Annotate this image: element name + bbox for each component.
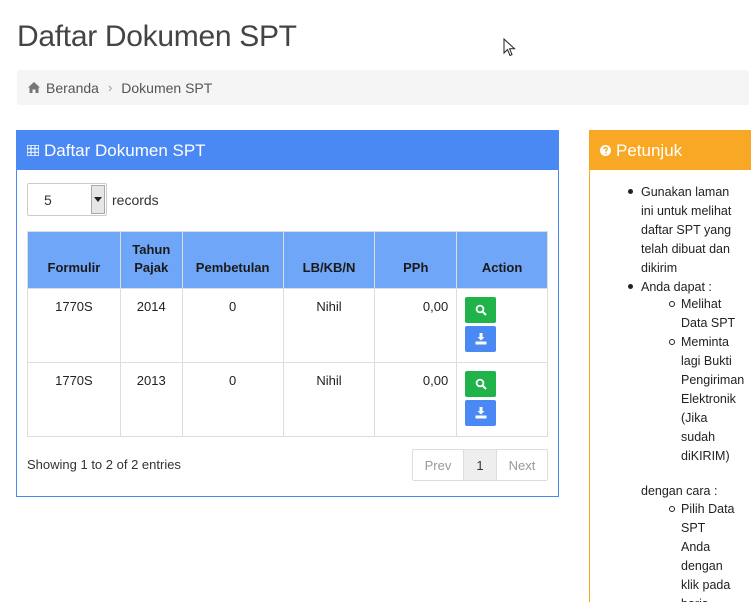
records-select[interactable]: 5 — [27, 183, 107, 216]
instruction-line: lagi Bukti — [681, 354, 732, 368]
cell-pembetulan: 0 — [181, 288, 284, 363]
records-select-value: 5 — [44, 191, 52, 208]
cell-formulir: 1770S — [27, 362, 121, 437]
pagination-prev[interactable]: Prev — [413, 450, 464, 480]
instruction-line: diKIRIM) — [681, 449, 730, 463]
bullet-icon — [669, 301, 675, 307]
pagination-page-1[interactable]: 1 — [464, 450, 497, 480]
instruction-line: dikirim — [641, 261, 678, 275]
instruction-line: ini untuk melihat — [641, 204, 732, 218]
instructions-title: Petunjuk — [616, 140, 683, 160]
records-label: records — [112, 191, 159, 208]
bullet-icon — [669, 506, 675, 512]
records-per-page: 5 records — [27, 183, 159, 216]
table-row[interactable]: 1770S 2013 0 Nihil 0,00 — [27, 362, 548, 437]
cell-action — [456, 362, 548, 437]
spt-list-panel: Daftar Dokumen SPT 5 records Formulir Ta… — [16, 130, 559, 497]
instructions-panel: Petunjuk Gunakan laman ini untuk melihat… — [589, 130, 751, 602]
instruction-line: baris — [681, 595, 708, 602]
instruction-line: Gunakan laman — [641, 185, 730, 199]
entries-info: Showing 1 to 2 of 2 entries — [27, 457, 181, 472]
bullet-icon — [669, 339, 675, 345]
instruction-line: SPT — [681, 521, 706, 535]
table-row[interactable]: 1770S 2014 0 Nihil 0,00 — [27, 288, 548, 363]
page-title: Daftar Dokumen SPT — [17, 20, 297, 53]
table-grid-icon — [27, 145, 39, 156]
column-header-tahun-pajak[interactable]: Tahun Pajak — [119, 231, 183, 289]
instruction-line: Meminta — [681, 335, 729, 349]
instruction-line: Pengiriman — [681, 373, 745, 387]
breadcrumb-separator-icon: › — [107, 80, 113, 95]
breadcrumb-current: Dokumen SPT — [121, 79, 213, 96]
cell-status: Nihil — [282, 288, 376, 363]
spt-panel-heading: Daftar Dokumen SPT — [17, 131, 558, 170]
column-header-formulir[interactable]: Formulir — [27, 231, 121, 289]
column-header-status[interactable]: LB/KB/N — [282, 231, 376, 289]
spt-panel-title: Daftar Dokumen SPT — [44, 140, 206, 160]
cell-tahun: 2013 — [119, 362, 183, 437]
instruction-line: klik pada — [681, 578, 731, 592]
view-spt-button[interactable] — [465, 297, 497, 323]
column-header-pph[interactable]: PPh — [374, 231, 458, 289]
instruction-line: sudah — [681, 430, 716, 444]
instruction-line: Data SPT — [681, 316, 736, 330]
instruction-line: dengan cara : — [641, 484, 718, 498]
chevron-down-icon[interactable] — [91, 185, 105, 214]
question-icon — [600, 145, 611, 156]
breadcrumb: Beranda › Dokumen SPT — [17, 70, 749, 105]
view-spt-button[interactable] — [465, 371, 497, 397]
column-header-tahun-line1: Tahun — [132, 242, 171, 257]
cell-pph: 0,00 — [374, 362, 458, 437]
search-icon — [475, 378, 487, 390]
column-header-action: Action — [456, 231, 548, 289]
mouse-cursor-icon — [503, 38, 516, 57]
instruction-line: telah dibuat dan — [641, 242, 730, 256]
cell-pembetulan: 0 — [181, 362, 284, 437]
pagination-next[interactable]: Next — [497, 450, 547, 480]
cell-action — [456, 288, 548, 363]
instruction-line: (Jika — [681, 411, 708, 425]
spt-table: Formulir Tahun Pajak Pembetulan LB/KB/N P… — [27, 231, 548, 437]
download-spt-button[interactable] — [465, 326, 497, 352]
column-header-pembetulan[interactable]: Pembetulan — [181, 231, 284, 289]
bullet-icon — [628, 189, 633, 194]
instruction-line: daftar SPT yang — [641, 223, 732, 237]
instruction-line: Elektronik — [681, 392, 736, 406]
download-spt-button[interactable] — [465, 400, 497, 426]
download-icon — [475, 407, 487, 419]
cell-tahun: 2014 — [119, 288, 183, 363]
column-header-tahun-line2: Pajak — [134, 260, 169, 275]
cell-formulir: 1770S — [27, 288, 121, 363]
home-icon — [28, 82, 40, 93]
instruction-line: Anda — [681, 540, 711, 554]
cell-status: Nihil — [282, 362, 376, 437]
search-icon — [475, 304, 487, 316]
breadcrumb-home-link[interactable]: Beranda — [46, 80, 99, 96]
instruction-line: Melihat — [681, 297, 722, 311]
table-header-row: Formulir Tahun Pajak Pembetulan LB/KB/N P… — [27, 231, 548, 289]
instruction-line: Pilih Data — [681, 502, 735, 516]
pagination: Prev 1 Next — [412, 449, 548, 481]
bullet-icon — [628, 284, 633, 289]
cell-pph: 0,00 — [374, 288, 458, 363]
download-icon — [475, 333, 487, 345]
instructions-heading: Petunjuk — [590, 131, 751, 170]
instruction-line: dengan — [681, 559, 723, 573]
